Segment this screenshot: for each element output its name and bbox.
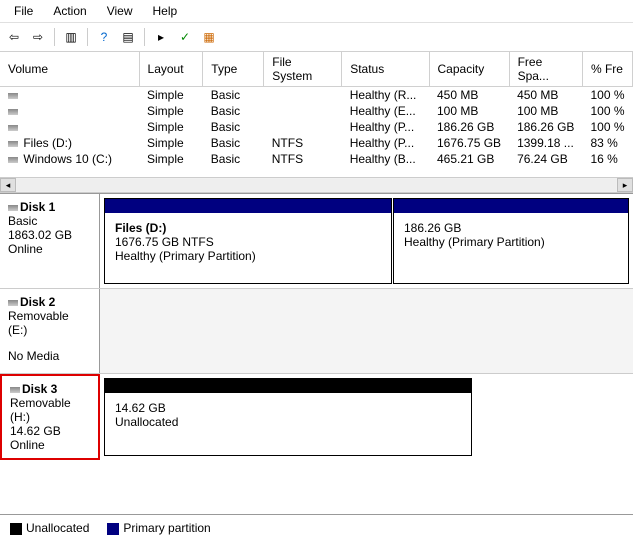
grid-icon[interactable]: ▦: [199, 27, 219, 47]
disk-partitions: Files (D:) 1676.75 GB NTFS Healthy (Prim…: [100, 194, 633, 288]
disk-row: Disk 3 Removable (H:) 14.62 GB Online 14…: [0, 374, 633, 460]
legend-unallocated: Unallocated: [10, 521, 89, 535]
disk-row: Disk 2 Removable (E:) No Media: [0, 289, 633, 374]
disk-label-selected[interactable]: Disk 3 Removable (H:) 14.62 GB Online: [0, 374, 100, 460]
partition-header: [394, 199, 628, 213]
disk-graphical-view: Disk 1 Basic 1863.02 GB Online Files (D:…: [0, 193, 633, 460]
col-layout[interactable]: Layout: [139, 52, 203, 87]
legend-primary: Primary partition: [107, 521, 210, 535]
disk-state: No Media: [8, 349, 91, 363]
disk-row: Disk 1 Basic 1863.02 GB Online Files (D:…: [0, 194, 633, 289]
horizontal-scrollbar[interactable]: ◂ ▸: [0, 177, 633, 193]
partition-title: Files (D:): [115, 221, 381, 235]
disk-title: Disk 3: [22, 382, 57, 396]
disk-label[interactable]: Disk 1 Basic 1863.02 GB Online: [0, 194, 100, 288]
volume-icon: [8, 141, 18, 147]
disk-type: Removable (H:): [10, 396, 90, 424]
col-volume[interactable]: Volume: [0, 52, 139, 87]
col-status[interactable]: Status: [342, 52, 429, 87]
col-capacity[interactable]: Capacity: [429, 52, 509, 87]
disk-icon: [8, 300, 18, 306]
panel-icon[interactable]: ▥: [61, 27, 81, 47]
partition-header: [105, 199, 391, 213]
partition-size: 14.62 GB: [115, 401, 461, 415]
disk-icon: [8, 205, 18, 211]
menu-help[interactable]: Help: [143, 2, 188, 20]
toolbar: ⇦ ⇨ ▥ ? ▤ ▸ ✓ ▦: [0, 23, 633, 52]
flag-icon[interactable]: ▸: [151, 27, 171, 47]
separator: [54, 28, 55, 46]
table-row[interactable]: Windows 10 (C:)SimpleBasicNTFSHealthy (B…: [0, 151, 633, 167]
table-row[interactable]: SimpleBasicHealthy (P...186.26 GB186.26 …: [0, 119, 633, 135]
scroll-left-icon[interactable]: ◂: [0, 178, 16, 192]
volume-table: Volume Layout Type File System Status Ca…: [0, 52, 633, 167]
disk-title: Disk 2: [20, 295, 55, 309]
legend-swatch-black: [10, 523, 22, 535]
legend-swatch-navy: [107, 523, 119, 535]
volume-icon: [8, 109, 18, 115]
disk-partitions: [100, 289, 633, 373]
table-header[interactable]: Volume Layout Type File System Status Ca…: [0, 52, 633, 87]
check-icon[interactable]: ✓: [175, 27, 195, 47]
disk-partitions: 14.62 GB Unallocated: [100, 374, 633, 460]
disk-type: Removable (E:): [8, 309, 91, 337]
disk-title: Disk 1: [20, 200, 55, 214]
forward-icon[interactable]: ⇨: [28, 27, 48, 47]
back-icon[interactable]: ⇦: [4, 27, 24, 47]
separator: [87, 28, 88, 46]
partition-header: [105, 379, 471, 393]
disk-label[interactable]: Disk 2 Removable (E:) No Media: [0, 289, 100, 373]
col-pct[interactable]: % Fre: [582, 52, 632, 87]
menubar: File Action View Help: [0, 0, 633, 23]
col-type[interactable]: Type: [203, 52, 264, 87]
partition-status: Healthy (Primary Partition): [115, 249, 381, 263]
scroll-right-icon[interactable]: ▸: [617, 178, 633, 192]
layout-icon[interactable]: ▤: [118, 27, 138, 47]
disk-state: Online: [10, 438, 90, 452]
disk-state: Online: [8, 242, 91, 256]
partition-size: 186.26 GB: [404, 221, 618, 235]
disk-size: 14.62 GB: [10, 424, 90, 438]
partition-status: Healthy (Primary Partition): [404, 235, 618, 249]
partition[interactable]: 186.26 GB Healthy (Primary Partition): [393, 198, 629, 284]
disk-icon: [10, 387, 20, 393]
volume-icon: [8, 93, 18, 99]
volume-icon: [8, 125, 18, 131]
volume-icon: [8, 157, 18, 163]
scroll-track[interactable]: [17, 179, 616, 191]
legend: Unallocated Primary partition: [0, 514, 633, 541]
menu-view[interactable]: View: [97, 2, 143, 20]
help-icon[interactable]: ?: [94, 27, 114, 47]
menu-file[interactable]: File: [4, 2, 43, 20]
col-fs[interactable]: File System: [264, 52, 342, 87]
partition[interactable]: Files (D:) 1676.75 GB NTFS Healthy (Prim…: [104, 198, 392, 284]
separator: [144, 28, 145, 46]
col-free[interactable]: Free Spa...: [509, 52, 582, 87]
menu-action[interactable]: Action: [43, 2, 96, 20]
disk-type: Basic: [8, 214, 91, 228]
partition-unallocated[interactable]: 14.62 GB Unallocated: [104, 378, 472, 456]
table-row[interactable]: Files (D:)SimpleBasicNTFSHealthy (P...16…: [0, 135, 633, 151]
partition-size: 1676.75 GB NTFS: [115, 235, 381, 249]
table-row[interactable]: SimpleBasicHealthy (R...450 MB450 MB100 …: [0, 87, 633, 104]
disk-size: 1863.02 GB: [8, 228, 91, 242]
table-row[interactable]: SimpleBasicHealthy (E...100 MB100 MB100 …: [0, 103, 633, 119]
partition-status: Unallocated: [115, 415, 461, 429]
